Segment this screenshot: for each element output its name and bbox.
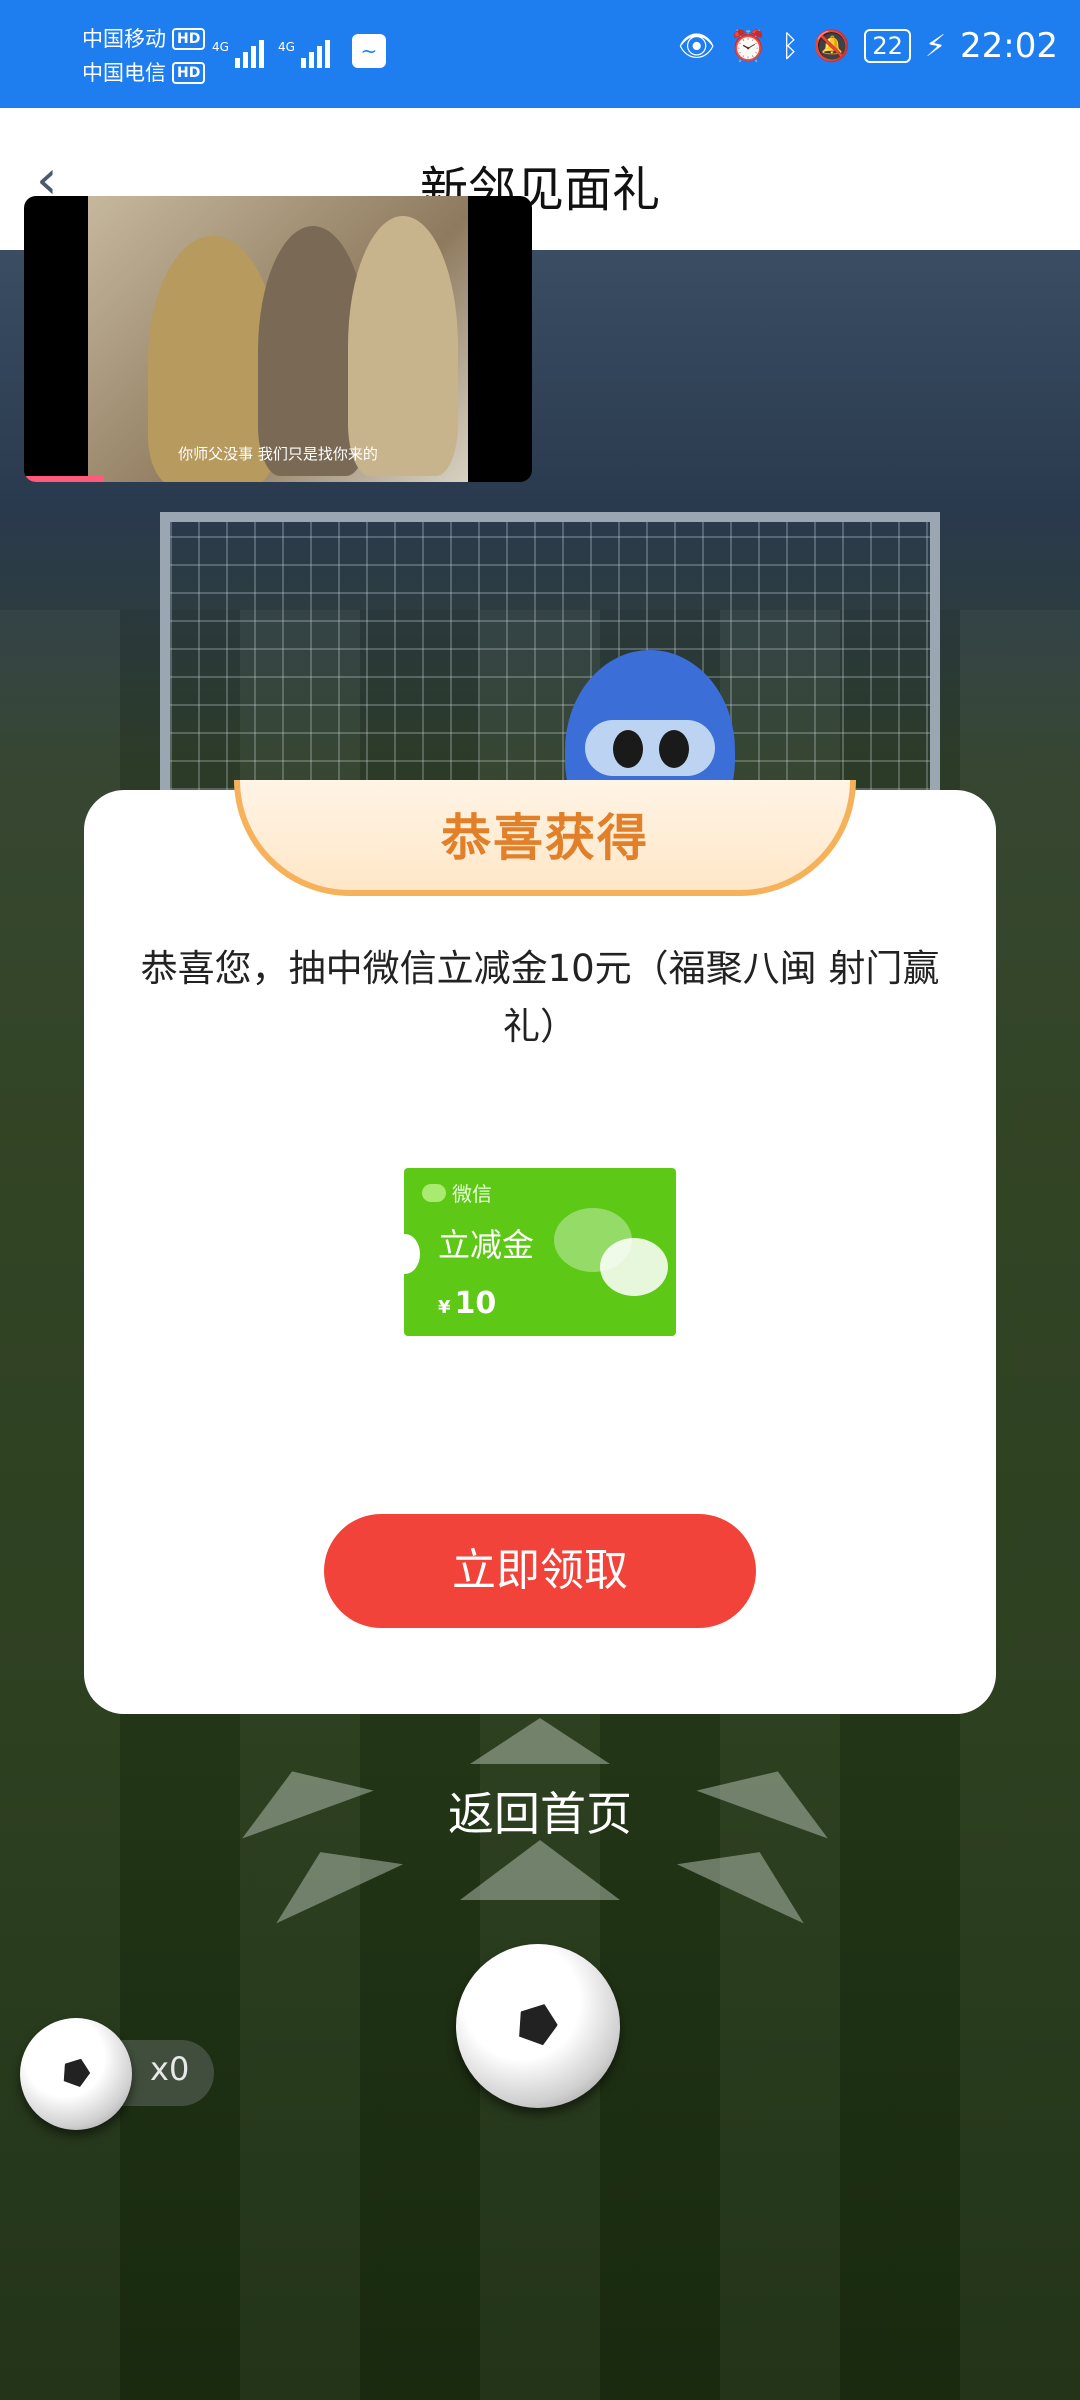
status-bar: 中国移动 HD 中国电信 HD 4G 4G ~ 👁 ⏰ ᛒ 🔕 22 ⚡ 22:02 (0, 0, 1080, 108)
video-progress (24, 476, 104, 482)
carrier-2: 中国电信 (82, 61, 166, 85)
signal-icon: 4G (212, 40, 264, 68)
wechat-bubble-icon (600, 1238, 668, 1296)
arrow-up-icon (470, 1718, 610, 1764)
hd-badge: HD (172, 62, 206, 84)
clock: 22:02 (960, 26, 1058, 66)
floating-video-player[interactable]: 你师父没事 我们只是找你来的 (24, 196, 532, 482)
hd-badge: HD (172, 28, 206, 50)
prize-message: 恭喜您，抽中微信立减金10元（福聚八闽 射门赢礼） (140, 947, 940, 1048)
status-icons: 👁 ⏰ ᛒ 🔕 22 ⚡ 22:02 (678, 26, 1058, 66)
dialog-header: 恭喜获得 (441, 809, 649, 867)
arrow-up-icon (460, 1840, 620, 1900)
alarm-icon: ⏰ (729, 28, 768, 64)
carrier-1: 中国移动 (82, 27, 166, 51)
app-notification-icon: ~ (351, 34, 386, 68)
wechat-icon (422, 1183, 446, 1202)
wechat-brand: 微信 (422, 1178, 492, 1207)
prize-dialog: 恭喜获得 恭喜您，抽中微信立减金10元（福聚八闽 射门赢礼） 微信 立减金 ¥1… (84, 780, 996, 1714)
bluetooth-icon: ᛒ (781, 28, 800, 64)
soccer-ball-icon[interactable] (456, 1944, 620, 2108)
battery-icon: 22 (864, 29, 911, 63)
coupon-type: 立减金 (438, 1226, 535, 1264)
claim-button[interactable]: 立即领取 (324, 1514, 756, 1628)
back-home-link[interactable]: 返回首页 (0, 1778, 1080, 1844)
soccer-ball-icon (20, 2018, 132, 2130)
signal-indicators: 4G 4G ~ (212, 34, 386, 68)
congrats-ribbon: 恭喜获得 (234, 780, 856, 896)
signal-icon: 4G (278, 40, 330, 68)
mute-bell-icon: 🔕 (813, 28, 851, 64)
ball-count: x0 (150, 2050, 190, 2088)
carrier-info: 中国移动 HD 中国电信 HD (82, 22, 206, 90)
eye-icon: 👁 (677, 28, 716, 64)
video-frame (88, 196, 468, 482)
charging-icon: ⚡ (924, 28, 947, 64)
wechat-coupon: 微信 立减金 ¥10 (404, 1168, 676, 1336)
video-subtitle: 你师父没事 我们只是找你来的 (178, 445, 378, 463)
coupon-amount: ¥10 (438, 1286, 497, 1321)
